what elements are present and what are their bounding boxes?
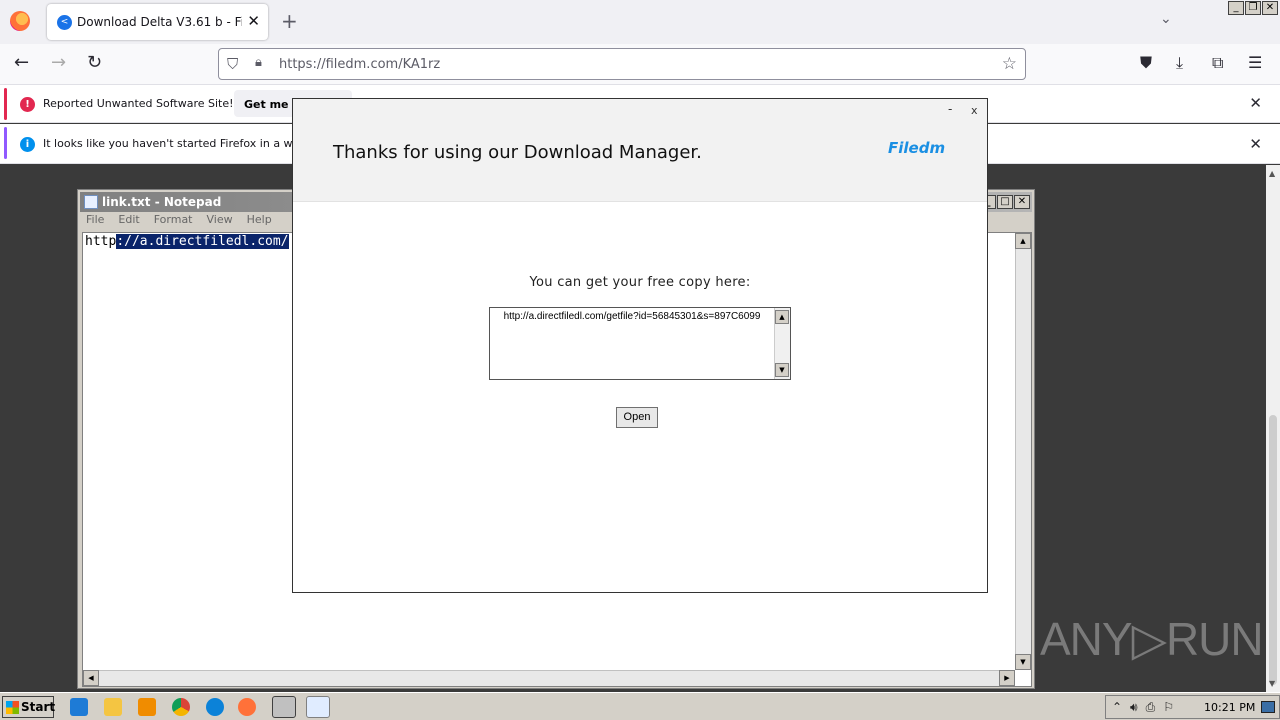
text-plain: http [85, 234, 117, 249]
page-scrollbar[interactable]: ▲ ▼ [1266, 165, 1280, 692]
share-favicon-icon: < [57, 15, 72, 30]
file-explorer-icon[interactable] [104, 698, 122, 716]
notepad-menu-bar: File Edit Format View Help [80, 213, 272, 231]
extensions-icon[interactable]: ⧉ [1212, 53, 1223, 73]
restore-icon[interactable]: ❐ [1245, 1, 1261, 15]
dialog-close-button[interactable]: x [971, 104, 978, 117]
filedm-logo: Filedm [888, 139, 946, 157]
window-controls: _ ❐ ✕ [1228, 1, 1278, 15]
firefox-logo-icon[interactable] [10, 11, 30, 31]
open-button[interactable]: Open [616, 407, 658, 428]
close-notification-icon[interactable]: ✕ [1249, 135, 1262, 153]
close-notification-icon[interactable]: ✕ [1249, 94, 1262, 112]
download-link-text[interactable]: http://a.directfiledl.com/getfile?id=568… [490, 310, 774, 323]
dialog-subtitle: You can get your free copy here: [529, 275, 751, 290]
tray-icons[interactable]: ⌃🔊︎⎙⚐ [1112, 700, 1182, 715]
download-link-textbox[interactable]: http://a.directfiledl.com/getfile?id=568… [489, 307, 791, 380]
url-bar[interactable]: ⛉ 🔒︎ https://filedm.com/KA1rz ☆ [218, 48, 1026, 80]
scroll-right-icon[interactable]: ▶ [999, 670, 1015, 686]
scroll-up-icon[interactable]: ▲ [1269, 169, 1275, 178]
close-window-icon[interactable]: ✕ [1014, 195, 1030, 209]
url-text[interactable]: https://filedm.com/KA1rz [279, 57, 440, 72]
forward-arrow-icon[interactable]: → [51, 52, 66, 73]
notepad-horizontal-scrollbar[interactable]: ◀ ▶ [83, 670, 1015, 686]
list-tabs-chevron-icon[interactable]: ⌄ [1160, 11, 1172, 27]
tab-title: Download Delta V3.61 b - Filedm.com [77, 15, 242, 29]
scroll-up-icon[interactable]: ▲ [1015, 233, 1031, 249]
new-tab-button[interactable]: + [281, 9, 298, 33]
info-icon: i [20, 137, 35, 152]
link-box-scrollbar[interactable]: ▲ ▼ [774, 308, 790, 379]
menu-format[interactable]: Format [154, 213, 193, 231]
clock[interactable]: 10:21 PM [1204, 701, 1255, 714]
menu-hamburger-icon[interactable]: ☰ [1248, 53, 1262, 72]
media-player-icon[interactable] [138, 698, 156, 716]
installer-taskbar-icon[interactable] [272, 696, 296, 718]
notification-accent [4, 88, 7, 120]
scroll-down-icon[interactable]: ▼ [775, 363, 789, 377]
windows-logo-icon [6, 701, 19, 714]
scroll-down-icon[interactable]: ▼ [1269, 679, 1275, 688]
scroll-left-icon[interactable]: ◀ [83, 670, 99, 686]
scroll-down-icon[interactable]: ▼ [1015, 654, 1031, 670]
bookmark-star-icon[interactable]: ☆ [1002, 54, 1017, 74]
show-desktop-icon[interactable] [1261, 701, 1275, 713]
browser-tab-bar: < Download Delta V3.61 b - Filedm.com ✕ … [0, 0, 1280, 44]
edge-icon[interactable] [206, 698, 224, 716]
notepad-title: link.txt - Notepad [102, 195, 222, 209]
warning-icon: ! [20, 97, 35, 112]
navigation-toolbar: ← → ↻ ⛉ 🔒︎ https://filedm.com/KA1rz ☆ ⛊ … [0, 44, 1280, 85]
notepad-taskbar-icon[interactable] [306, 696, 330, 718]
menu-help[interactable]: Help [247, 213, 272, 231]
lock-icon[interactable]: 🔒︎ [255, 55, 262, 70]
start-button[interactable]: Start [2, 696, 56, 718]
download-manager-dialog: - x Thanks for using our Download Manage… [292, 98, 988, 593]
tab-close-icon[interactable]: ✕ [247, 12, 260, 30]
internet-explorer-icon[interactable] [70, 698, 88, 716]
dialog-title: Thanks for using our Download Manager. [333, 142, 702, 163]
minimize-icon[interactable]: _ [1228, 1, 1244, 15]
firefox-taskbar-icon[interactable] [238, 698, 256, 716]
scrollbar-thumb[interactable] [1269, 415, 1277, 685]
anyrun-watermark: ANY▷RUN [1040, 613, 1264, 665]
start-label: Start [21, 700, 56, 714]
maximize-icon[interactable]: □ [997, 195, 1013, 209]
pocket-icon[interactable]: ⛊ [1140, 53, 1152, 73]
notepad-vertical-scrollbar[interactable]: ▲ ▼ [1015, 233, 1031, 670]
reload-icon[interactable]: ↻ [87, 52, 102, 73]
system-tray: ⌃🔊︎⎙⚐ 10:21 PM [1105, 695, 1280, 719]
windows-taskbar: Start ⌃🔊︎⎙⚐ 10:21 PM [0, 692, 1280, 720]
dialog-header: - x Thanks for using our Download Manage… [293, 99, 987, 202]
menu-file[interactable]: File [86, 213, 104, 231]
shield-icon[interactable]: ⛉ [227, 55, 238, 73]
dialog-minimize-button[interactable]: - [948, 102, 952, 116]
menu-view[interactable]: View [207, 213, 233, 231]
download-icon[interactable]: ⤓ [1176, 53, 1183, 73]
back-arrow-icon[interactable]: ← [14, 52, 29, 73]
close-window-icon[interactable]: ✕ [1262, 1, 1278, 15]
menu-edit[interactable]: Edit [118, 213, 139, 231]
chrome-icon[interactable] [172, 698, 190, 716]
notification-text: Reported Unwanted Software Site! [43, 97, 234, 110]
notepad-text[interactable]: http://a.directfiledl.com/ [85, 234, 289, 249]
text-selection: ://a.directfiledl.com/ [116, 234, 289, 249]
notepad-icon [84, 195, 98, 209]
scroll-up-icon[interactable]: ▲ [775, 310, 789, 324]
browser-tab[interactable]: < Download Delta V3.61 b - Filedm.com ✕ [47, 4, 268, 40]
notification-accent [4, 127, 7, 159]
